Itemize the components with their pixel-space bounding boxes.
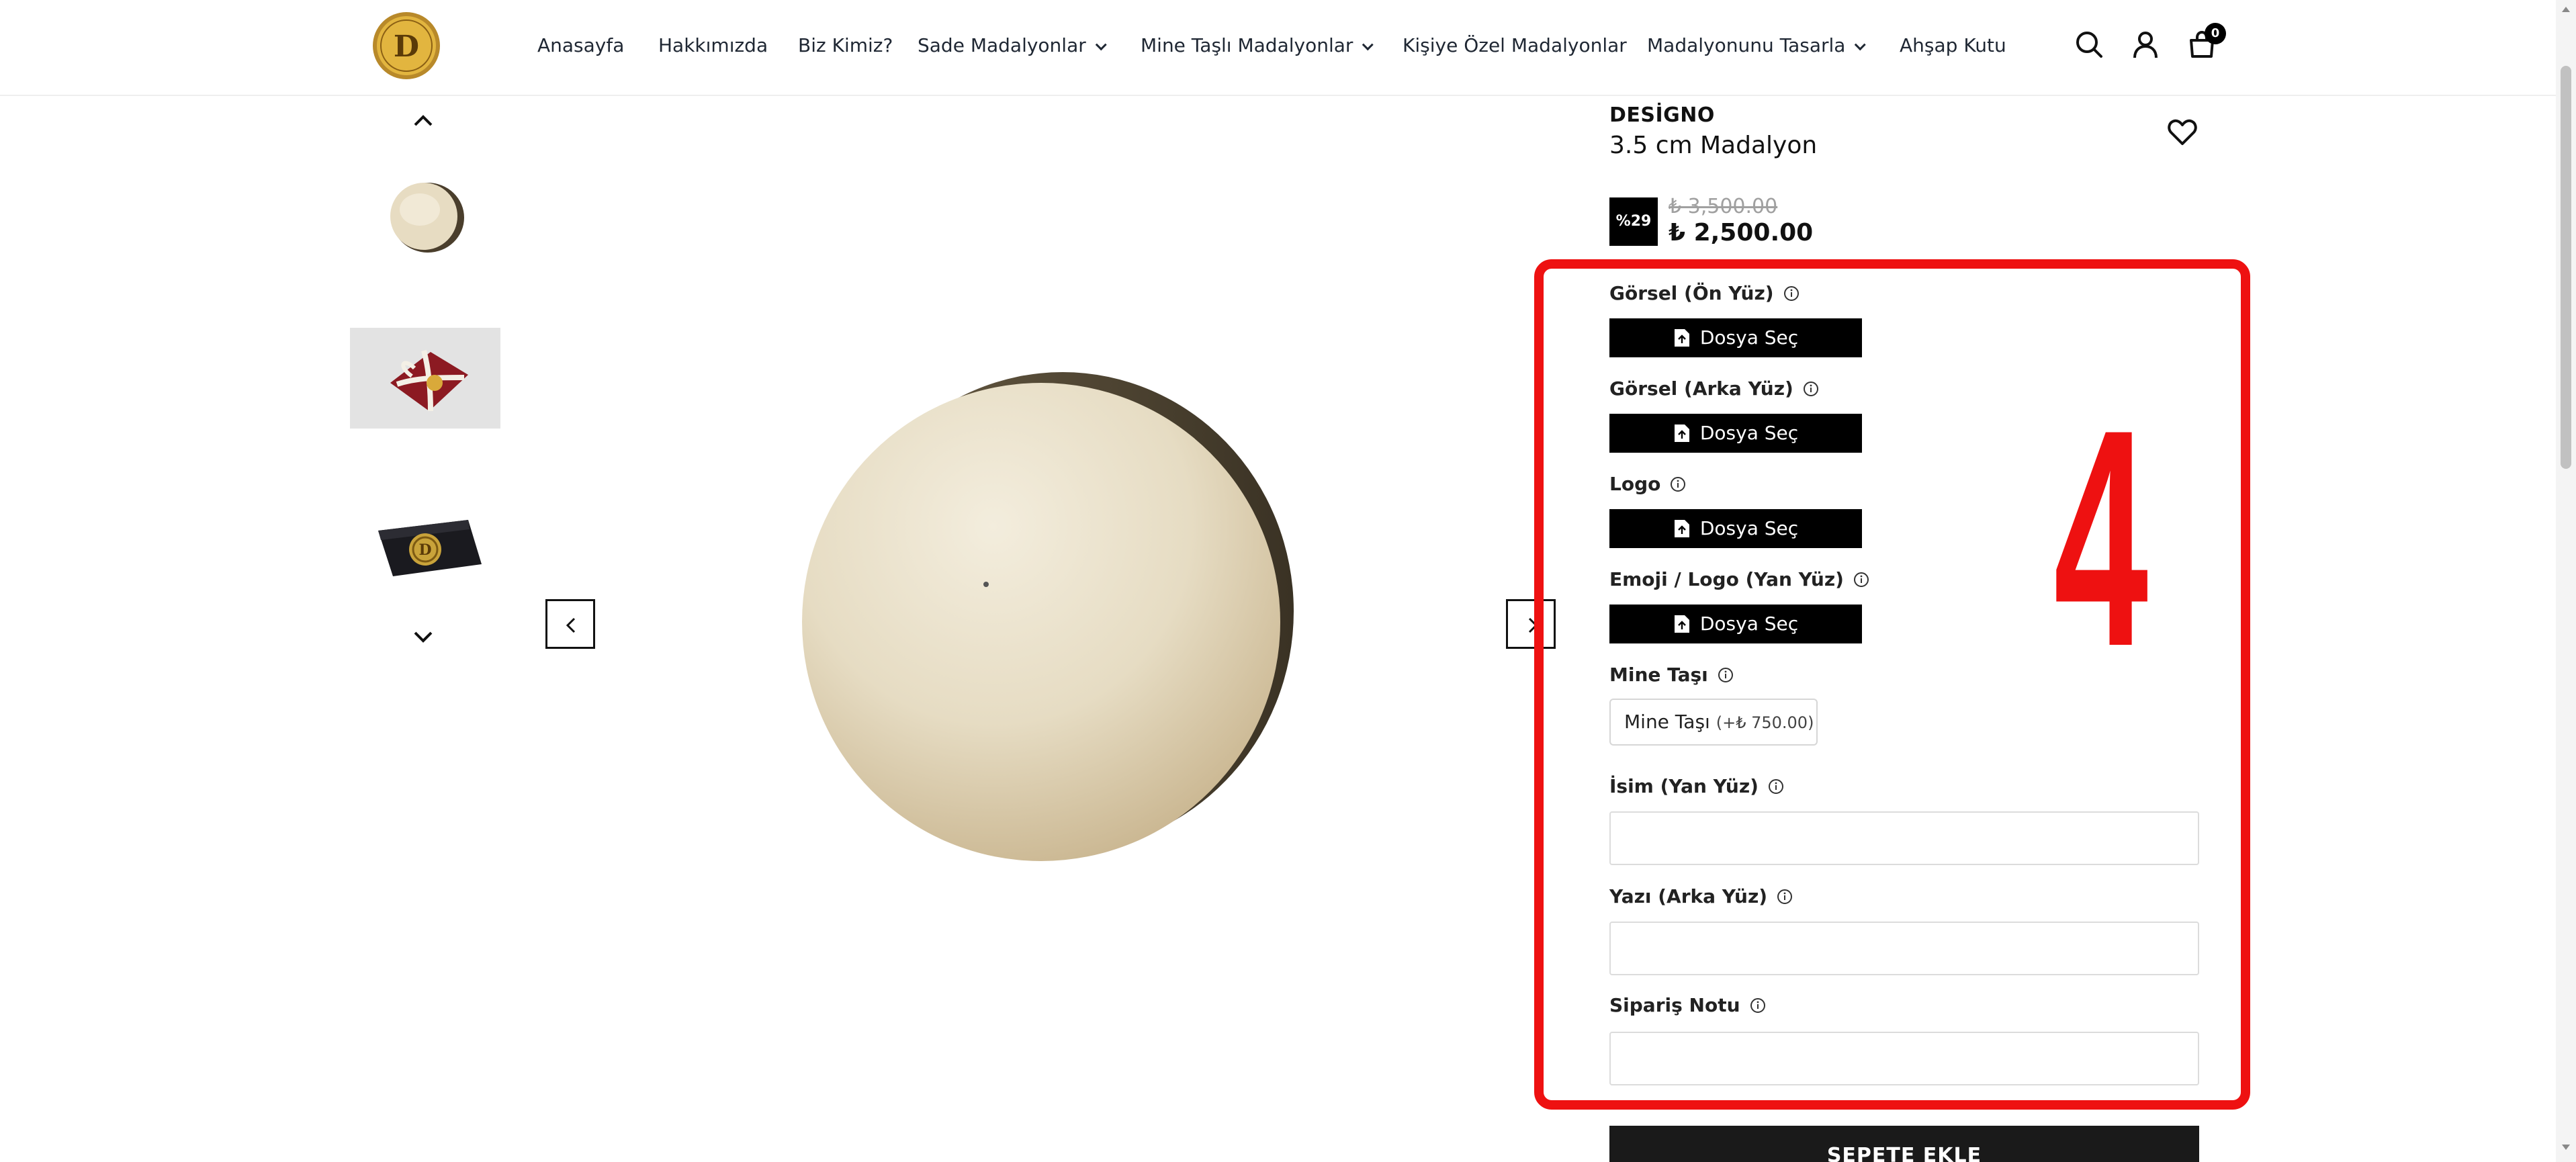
thumbnail-gift-box[interactable] bbox=[350, 304, 500, 454]
chevron-down-icon bbox=[1362, 39, 1374, 51]
old-price: ₺ 3,500.00 bbox=[1669, 195, 1778, 218]
scroll-up-arrow-icon[interactable] bbox=[2562, 7, 2570, 12]
scrollbar-thumb[interactable] bbox=[2561, 66, 2571, 469]
nav-hakkimizda[interactable]: Hakkımızda bbox=[658, 31, 768, 60]
heart-icon[interactable] bbox=[2167, 117, 2198, 148]
nav-madalyonunu-tasarla[interactable]: Madalyonunu Tasarla bbox=[1647, 31, 1867, 60]
scroll-down-arrow-icon[interactable] bbox=[2562, 1145, 2570, 1150]
page-scrollbar[interactable] bbox=[2556, 0, 2576, 1162]
user-icon[interactable] bbox=[2131, 30, 2160, 59]
search-icon[interactable] bbox=[2074, 30, 2104, 59]
nav-biz-kimiz[interactable]: Biz Kimiz? bbox=[798, 31, 893, 60]
prev-image-button[interactable] bbox=[545, 599, 595, 649]
thumbnail-down-button[interactable] bbox=[412, 626, 434, 647]
chevron-down-icon bbox=[1855, 39, 1867, 51]
nav-ahsap-kutu[interactable]: Ahşap Kutu bbox=[1900, 31, 2006, 60]
sale-price: ₺ 2,500.00 bbox=[1669, 219, 1814, 247]
product-page: D Anasayfa Hakkımızda Biz Kimiz? Sade Ma… bbox=[0, 0, 2576, 1162]
nav-anasayfa[interactable]: Anasayfa bbox=[537, 31, 624, 60]
add-to-cart-button[interactable]: SEPETE EKLE bbox=[1609, 1126, 2199, 1162]
product-brand[interactable]: DESİGNO bbox=[1609, 103, 1715, 127]
product-title: 3.5 cm Madalyon bbox=[1609, 132, 1818, 159]
site-header: D Anasayfa Hakkımızda Biz Kimiz? Sade Ma… bbox=[0, 0, 2556, 96]
product-main-image bbox=[793, 363, 1303, 873]
discount-badge: %29 bbox=[1609, 197, 1658, 246]
svg-text:D: D bbox=[394, 30, 419, 64]
svg-text:D: D bbox=[418, 541, 431, 559]
nav-sade-madalyonlar[interactable]: Sade Madalyonlar bbox=[918, 31, 1107, 60]
chevron-down-icon bbox=[1095, 39, 1107, 51]
nav-kisiye-ozel[interactable]: Kişiye Özel Madalyonlar bbox=[1403, 31, 1627, 60]
nav-mine-tasli-madalyonlar[interactable]: Mine Taşlı Madalyonlar bbox=[1141, 31, 1374, 60]
annotation-number: 4 bbox=[2053, 366, 2149, 711]
cart-count-badge: 0 bbox=[2205, 23, 2226, 44]
thumbnail-medallion-plain[interactable] bbox=[350, 141, 500, 292]
thumbnail-up-button[interactable] bbox=[412, 110, 434, 132]
medallion-logo[interactable]: D bbox=[371, 11, 441, 81]
thumbnail-black-pouch[interactable]: D bbox=[350, 466, 500, 617]
